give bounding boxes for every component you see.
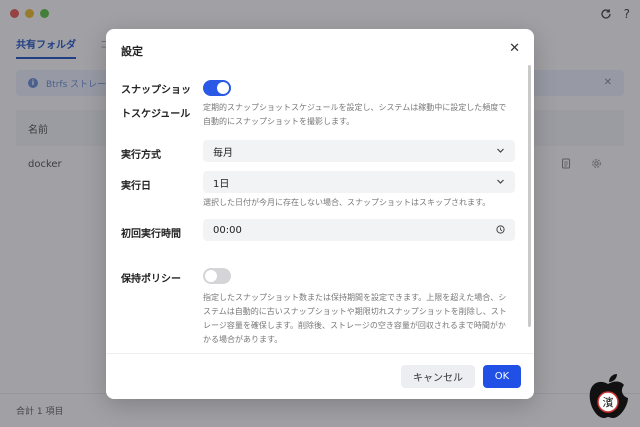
toggle-knob	[217, 82, 229, 94]
apple-logo-watermark: 濱	[580, 368, 636, 424]
watermark-text: 濱	[603, 395, 614, 409]
method-label: 実行方式	[121, 150, 161, 161]
snapshot-schedule-toggle[interactable]	[203, 80, 231, 96]
ok-button[interactable]: OK	[483, 365, 521, 388]
day-hint: 選択した日付が今月に存在しない場合、スナップショットはスキップされます。	[203, 198, 491, 207]
method-value: 毎月	[213, 147, 233, 159]
dialog-scrollbar[interactable]	[528, 65, 531, 327]
close-icon[interactable]: ✕	[509, 42, 520, 55]
toggle-knob	[205, 270, 217, 282]
snapshot-label-line1: スナップショッ	[121, 85, 191, 96]
dialog-body: スナップショッ トスケジュール 定期的スナップショットスケジュールを設定し、シス…	[106, 69, 534, 353]
settings-dialog: 設定 ✕ スナップショッ トスケジュール 定期的スナップショットスケジュールを設…	[106, 29, 534, 399]
day-value: 1日	[213, 178, 230, 190]
retention-description: 指定したスナップショット数または保持期間を設定できます。上限を超えた場合、システ…	[203, 293, 507, 344]
method-select[interactable]: 毎月	[203, 140, 515, 162]
cancel-button[interactable]: キャンセル	[401, 365, 475, 388]
chevron-down-icon	[496, 177, 505, 189]
first-time-label: 初回実行時間	[121, 229, 181, 240]
snapshot-label-line2: トスケジュール	[121, 109, 191, 120]
retention-toggle[interactable]	[203, 268, 231, 284]
dialog-footer: キャンセル OK	[106, 353, 534, 399]
dialog-title: 設定	[121, 45, 143, 58]
retention-label: 保持ポリシー	[121, 274, 181, 285]
day-select[interactable]: 1日	[203, 171, 515, 193]
first-time-value: 00:00	[213, 224, 242, 236]
snapshot-schedule-label: スナップショッ	[121, 81, 191, 96]
snapshot-description: 定期的スナップショットスケジュールを設定し、システムは稼動中に設定した頻度で自動…	[203, 103, 507, 126]
clock-icon	[496, 225, 505, 237]
day-label: 実行日	[121, 181, 151, 192]
first-time-input[interactable]: 00:00	[203, 219, 515, 241]
chevron-down-icon	[496, 146, 505, 158]
